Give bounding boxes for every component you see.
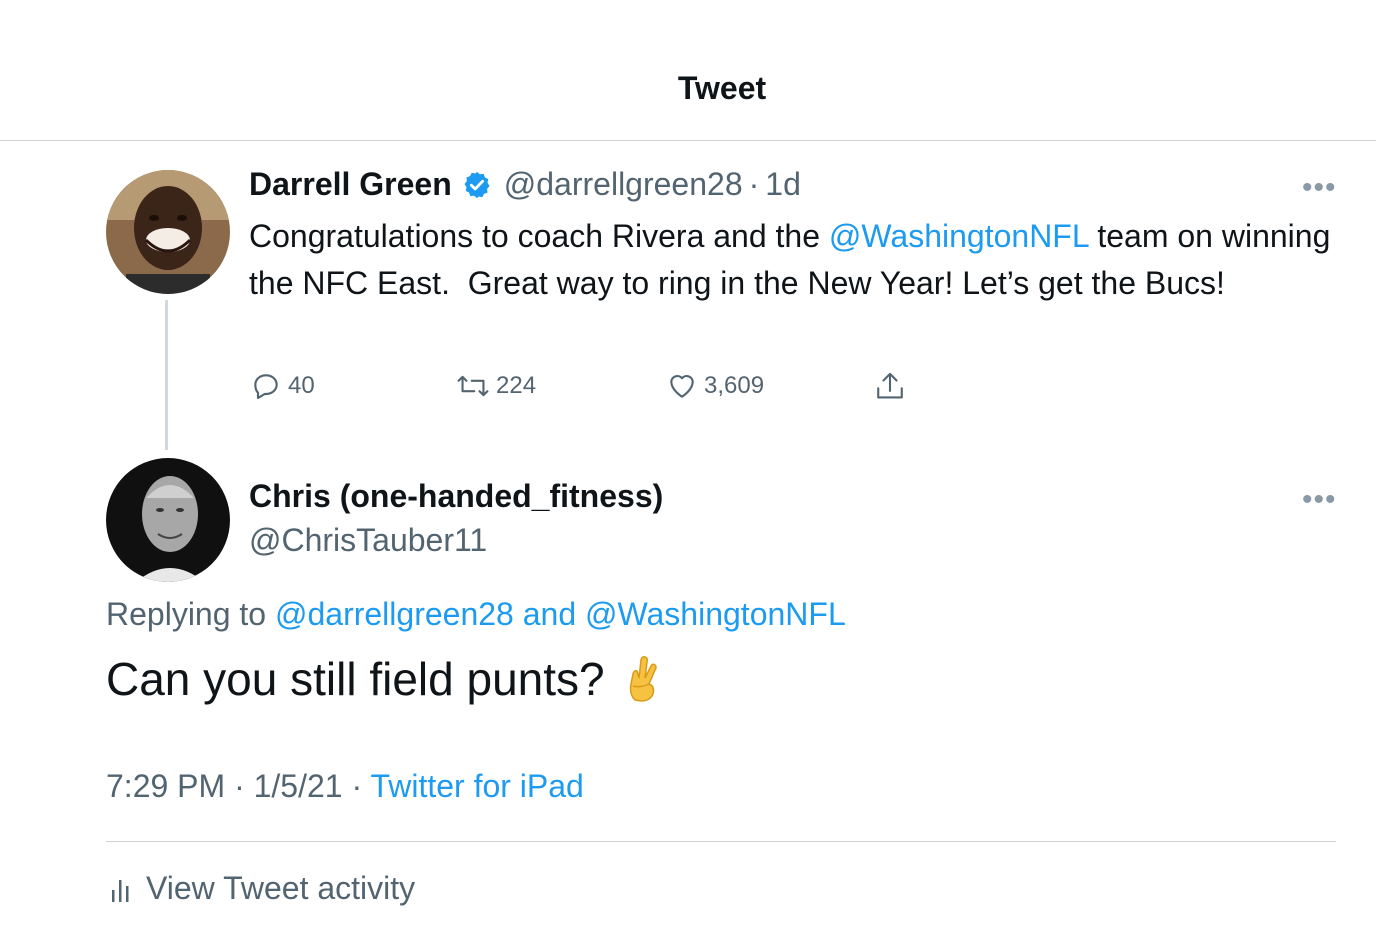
tweet-text: Congratulations to coach Rivera and the … (249, 213, 1339, 307)
like-count: 3,609 (704, 372, 765, 399)
tweet-author-row: Darrell Green @darrellgreen28 · 1d (249, 166, 801, 203)
thread-connector-line (165, 300, 168, 450)
mention-link[interactable]: @WashingtonNFL (829, 218, 1089, 254)
tweet-author-handle[interactable]: @darrellgreen28 (504, 166, 743, 203)
bar-chart-icon (110, 874, 132, 904)
avatar-chris[interactable] (106, 458, 230, 582)
reply-author-row: Chris (one-handed_fitness) (249, 478, 663, 515)
retweet-button[interactable]: 224 (456, 370, 536, 402)
share-icon (874, 370, 906, 404)
replying-to-label: Replying to (106, 596, 275, 632)
page-title: Tweet (677, 70, 767, 106)
reply-author-name[interactable]: Chris (one-handed_fitness) (249, 478, 663, 515)
tweet-meta-row: 7:29 PM · 1/5/21 · Twitter for iPad (106, 768, 584, 805)
retweet-count: 224 (496, 372, 537, 399)
reply-author-handle[interactable]: @ChrisTauber11 (249, 522, 487, 559)
separator-dot: · (234, 768, 245, 804)
header-divider (0, 140, 1376, 141)
crossed-fingers-emoji (623, 656, 663, 702)
footer-divider (106, 841, 1336, 842)
reply-count: 40 (288, 372, 315, 399)
tweet-author-name[interactable]: Darrell Green (249, 166, 452, 203)
reply-icon (250, 370, 282, 402)
heart-icon (666, 370, 698, 402)
tweet-age[interactable]: 1d (765, 166, 801, 203)
separator-dot: · (351, 768, 363, 804)
tweet-time[interactable]: 7:29 PM (106, 768, 225, 804)
like-button[interactable]: 3,609 (666, 370, 764, 402)
tweet-date[interactable]: 1/5/21 (254, 768, 343, 804)
reply-more-options-icon[interactable]: ••• (1302, 485, 1337, 515)
reply-text: Can you still field punts? (106, 653, 605, 705)
tweet-more-options-icon[interactable]: ••• (1302, 173, 1337, 203)
verified-badge-icon (462, 170, 492, 200)
reply-button[interactable]: 40 (250, 370, 315, 402)
tweet-text-part: Congratulations to coach Rivera and the (249, 218, 829, 254)
retweet-icon (456, 370, 490, 402)
separator-dot: · (748, 166, 760, 202)
replying-to-line: Replying to @darrellgreen28 and @Washing… (106, 596, 846, 633)
view-tweet-activity-label: View Tweet activity (146, 870, 416, 906)
avatar-darrell-green[interactable] (106, 170, 230, 294)
share-button[interactable] (874, 370, 906, 404)
reply-text-row: Can you still field punts? (106, 652, 663, 706)
tweet-source-link[interactable]: Twitter for iPad (370, 768, 583, 804)
view-tweet-activity-button[interactable]: View Tweet activity (110, 870, 415, 907)
replying-to-users-link[interactable]: @darrellgreen28 and @WashingtonNFL (275, 596, 846, 632)
